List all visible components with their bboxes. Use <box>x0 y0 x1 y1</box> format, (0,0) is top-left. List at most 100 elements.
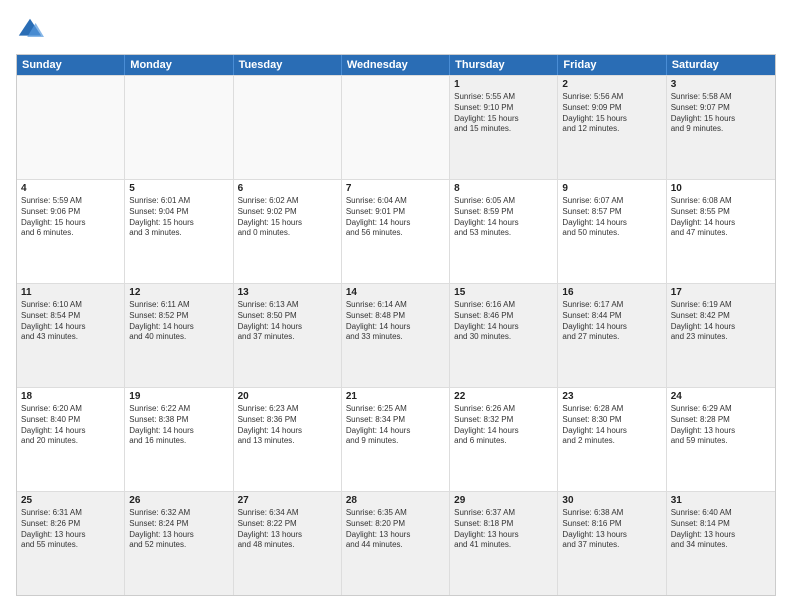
cal-cell-2-7: 10 Sunrise: 6:08 AM Sunset: 8:55 PM Dayli… <box>667 180 775 283</box>
cell-text: Sunrise: 6:32 AM Sunset: 8:24 PM Dayligh… <box>129 508 228 551</box>
day-number: 30 <box>562 495 661 506</box>
cal-cell-1-7: 3 Sunrise: 5:58 AM Sunset: 9:07 PM Daylig… <box>667 76 775 179</box>
cell-text: Sunrise: 6:35 AM Sunset: 8:20 PM Dayligh… <box>346 508 445 551</box>
header-day-tuesday: Tuesday <box>234 55 342 75</box>
cal-cell-4-2: 19 Sunrise: 6:22 AM Sunset: 8:38 PM Dayli… <box>125 388 233 491</box>
cell-text: Sunrise: 6:05 AM Sunset: 8:59 PM Dayligh… <box>454 196 553 239</box>
page: SundayMondayTuesdayWednesdayThursdayFrid… <box>0 0 792 612</box>
cal-cell-1-3 <box>234 76 342 179</box>
day-number: 19 <box>129 391 228 402</box>
cal-cell-4-3: 20Sunrise: 6:23 AM Sunset: 8:36 PM Dayli… <box>234 388 342 491</box>
cal-cell-3-4: 14 Sunrise: 6:14 AM Sunset: 8:48 PM Dayli… <box>342 284 450 387</box>
cell-text: Sunrise: 6:38 AM Sunset: 8:16 PM Dayligh… <box>562 508 661 551</box>
day-number: 5 <box>129 183 228 194</box>
calendar-header: SundayMondayTuesdayWednesdayThursdayFrid… <box>17 55 775 75</box>
logo-icon <box>16 16 44 44</box>
cal-cell-2-2: 5 Sunrise: 6:01 AM Sunset: 9:04 PM Daylig… <box>125 180 233 283</box>
cell-text: Sunrise: 6:08 AM Sunset: 8:55 PM Dayligh… <box>671 196 771 239</box>
cell-text: Sunrise: 5:59 AM Sunset: 9:06 PM Dayligh… <box>21 196 120 239</box>
cal-cell-1-4 <box>342 76 450 179</box>
cell-text: Sunrise: 6:34 AM Sunset: 8:22 PM Dayligh… <box>238 508 337 551</box>
day-number: 14 <box>346 287 445 298</box>
cal-cell-3-6: 16Sunrise: 6:17 AM Sunset: 8:44 PM Dayli… <box>558 284 666 387</box>
day-number: 26 <box>129 495 228 506</box>
cal-cell-5-4: 28 Sunrise: 6:35 AM Sunset: 8:20 PM Dayli… <box>342 492 450 595</box>
cal-cell-3-7: 17 Sunrise: 6:19 AM Sunset: 8:42 PM Dayli… <box>667 284 775 387</box>
cell-text: Sunrise: 6:16 AM Sunset: 8:46 PM Dayligh… <box>454 300 553 343</box>
cal-cell-4-1: 18 Sunrise: 6:20 AM Sunset: 8:40 PM Dayli… <box>17 388 125 491</box>
day-number: 16 <box>562 287 661 298</box>
day-number: 9 <box>562 183 661 194</box>
day-number: 29 <box>454 495 553 506</box>
day-number: 1 <box>454 79 553 90</box>
day-number: 12 <box>129 287 228 298</box>
cell-text: Sunrise: 6:07 AM Sunset: 8:57 PM Dayligh… <box>562 196 661 239</box>
cal-cell-2-4: 7Sunrise: 6:04 AM Sunset: 9:01 PM Daylig… <box>342 180 450 283</box>
day-number: 4 <box>21 183 120 194</box>
day-number: 25 <box>21 495 120 506</box>
cell-text: Sunrise: 6:26 AM Sunset: 8:32 PM Dayligh… <box>454 404 553 447</box>
calendar-row-2: 4 Sunrise: 5:59 AM Sunset: 9:06 PM Daylig… <box>17 179 775 283</box>
cal-cell-2-3: 6 Sunrise: 6:02 AM Sunset: 9:02 PM Daylig… <box>234 180 342 283</box>
cell-text: Sunrise: 6:29 AM Sunset: 8:28 PM Dayligh… <box>671 404 771 447</box>
cell-text: Sunrise: 6:01 AM Sunset: 9:04 PM Dayligh… <box>129 196 228 239</box>
day-number: 28 <box>346 495 445 506</box>
cal-cell-2-1: 4 Sunrise: 5:59 AM Sunset: 9:06 PM Daylig… <box>17 180 125 283</box>
cell-text: Sunrise: 6:23 AM Sunset: 8:36 PM Dayligh… <box>238 404 337 447</box>
cal-cell-1-5: 1 Sunrise: 5:55 AM Sunset: 9:10 PM Daylig… <box>450 76 558 179</box>
cal-cell-2-6: 9 Sunrise: 6:07 AM Sunset: 8:57 PM Daylig… <box>558 180 666 283</box>
cell-text: Sunrise: 5:55 AM Sunset: 9:10 PM Dayligh… <box>454 92 553 135</box>
calendar: SundayMondayTuesdayWednesdayThursdayFrid… <box>16 54 776 596</box>
cal-cell-4-4: 21 Sunrise: 6:25 AM Sunset: 8:34 PM Dayli… <box>342 388 450 491</box>
day-number: 6 <box>238 183 337 194</box>
calendar-row-3: 11Sunrise: 6:10 AM Sunset: 8:54 PM Dayli… <box>17 283 775 387</box>
day-number: 21 <box>346 391 445 402</box>
cal-cell-5-5: 29 Sunrise: 6:37 AM Sunset: 8:18 PM Dayli… <box>450 492 558 595</box>
cal-cell-3-5: 15Sunrise: 6:16 AM Sunset: 8:46 PM Dayli… <box>450 284 558 387</box>
cal-cell-5-7: 31Sunrise: 6:40 AM Sunset: 8:14 PM Dayli… <box>667 492 775 595</box>
cell-text: Sunrise: 6:14 AM Sunset: 8:48 PM Dayligh… <box>346 300 445 343</box>
cal-cell-5-1: 25Sunrise: 6:31 AM Sunset: 8:26 PM Dayli… <box>17 492 125 595</box>
cell-text: Sunrise: 6:37 AM Sunset: 8:18 PM Dayligh… <box>454 508 553 551</box>
calendar-row-4: 18 Sunrise: 6:20 AM Sunset: 8:40 PM Dayli… <box>17 387 775 491</box>
day-number: 8 <box>454 183 553 194</box>
day-number: 11 <box>21 287 120 298</box>
cal-cell-3-2: 12 Sunrise: 6:11 AM Sunset: 8:52 PM Dayli… <box>125 284 233 387</box>
cal-cell-4-6: 23 Sunrise: 6:28 AM Sunset: 8:30 PM Dayli… <box>558 388 666 491</box>
header-day-sunday: Sunday <box>17 55 125 75</box>
cell-text: Sunrise: 6:28 AM Sunset: 8:30 PM Dayligh… <box>562 404 661 447</box>
cell-text: Sunrise: 6:11 AM Sunset: 8:52 PM Dayligh… <box>129 300 228 343</box>
header-day-wednesday: Wednesday <box>342 55 450 75</box>
day-number: 13 <box>238 287 337 298</box>
day-number: 31 <box>671 495 771 506</box>
cal-cell-5-3: 27 Sunrise: 6:34 AM Sunset: 8:22 PM Dayli… <box>234 492 342 595</box>
day-number: 10 <box>671 183 771 194</box>
cal-cell-3-1: 11Sunrise: 6:10 AM Sunset: 8:54 PM Dayli… <box>17 284 125 387</box>
cell-text: Sunrise: 6:02 AM Sunset: 9:02 PM Dayligh… <box>238 196 337 239</box>
header-day-monday: Monday <box>125 55 233 75</box>
day-number: 2 <box>562 79 661 90</box>
cell-text: Sunrise: 6:19 AM Sunset: 8:42 PM Dayligh… <box>671 300 771 343</box>
cal-cell-1-2 <box>125 76 233 179</box>
day-number: 18 <box>21 391 120 402</box>
day-number: 27 <box>238 495 337 506</box>
day-number: 23 <box>562 391 661 402</box>
header-day-friday: Friday <box>558 55 666 75</box>
calendar-row-1: 1 Sunrise: 5:55 AM Sunset: 9:10 PM Daylig… <box>17 75 775 179</box>
cell-text: Sunrise: 6:22 AM Sunset: 8:38 PM Dayligh… <box>129 404 228 447</box>
cell-text: Sunrise: 5:58 AM Sunset: 9:07 PM Dayligh… <box>671 92 771 135</box>
header-day-saturday: Saturday <box>667 55 775 75</box>
calendar-body: 1 Sunrise: 5:55 AM Sunset: 9:10 PM Daylig… <box>17 75 775 595</box>
cell-text: Sunrise: 5:56 AM Sunset: 9:09 PM Dayligh… <box>562 92 661 135</box>
cal-cell-5-2: 26 Sunrise: 6:32 AM Sunset: 8:24 PM Dayli… <box>125 492 233 595</box>
cell-text: Sunrise: 6:13 AM Sunset: 8:50 PM Dayligh… <box>238 300 337 343</box>
day-number: 17 <box>671 287 771 298</box>
day-number: 3 <box>671 79 771 90</box>
day-number: 24 <box>671 391 771 402</box>
cal-cell-5-6: 30 Sunrise: 6:38 AM Sunset: 8:16 PM Dayli… <box>558 492 666 595</box>
cell-text: Sunrise: 6:20 AM Sunset: 8:40 PM Dayligh… <box>21 404 120 447</box>
cal-cell-1-6: 2 Sunrise: 5:56 AM Sunset: 9:09 PM Daylig… <box>558 76 666 179</box>
cal-cell-1-1 <box>17 76 125 179</box>
cal-cell-4-7: 24 Sunrise: 6:29 AM Sunset: 8:28 PM Dayli… <box>667 388 775 491</box>
cell-text: Sunrise: 6:25 AM Sunset: 8:34 PM Dayligh… <box>346 404 445 447</box>
